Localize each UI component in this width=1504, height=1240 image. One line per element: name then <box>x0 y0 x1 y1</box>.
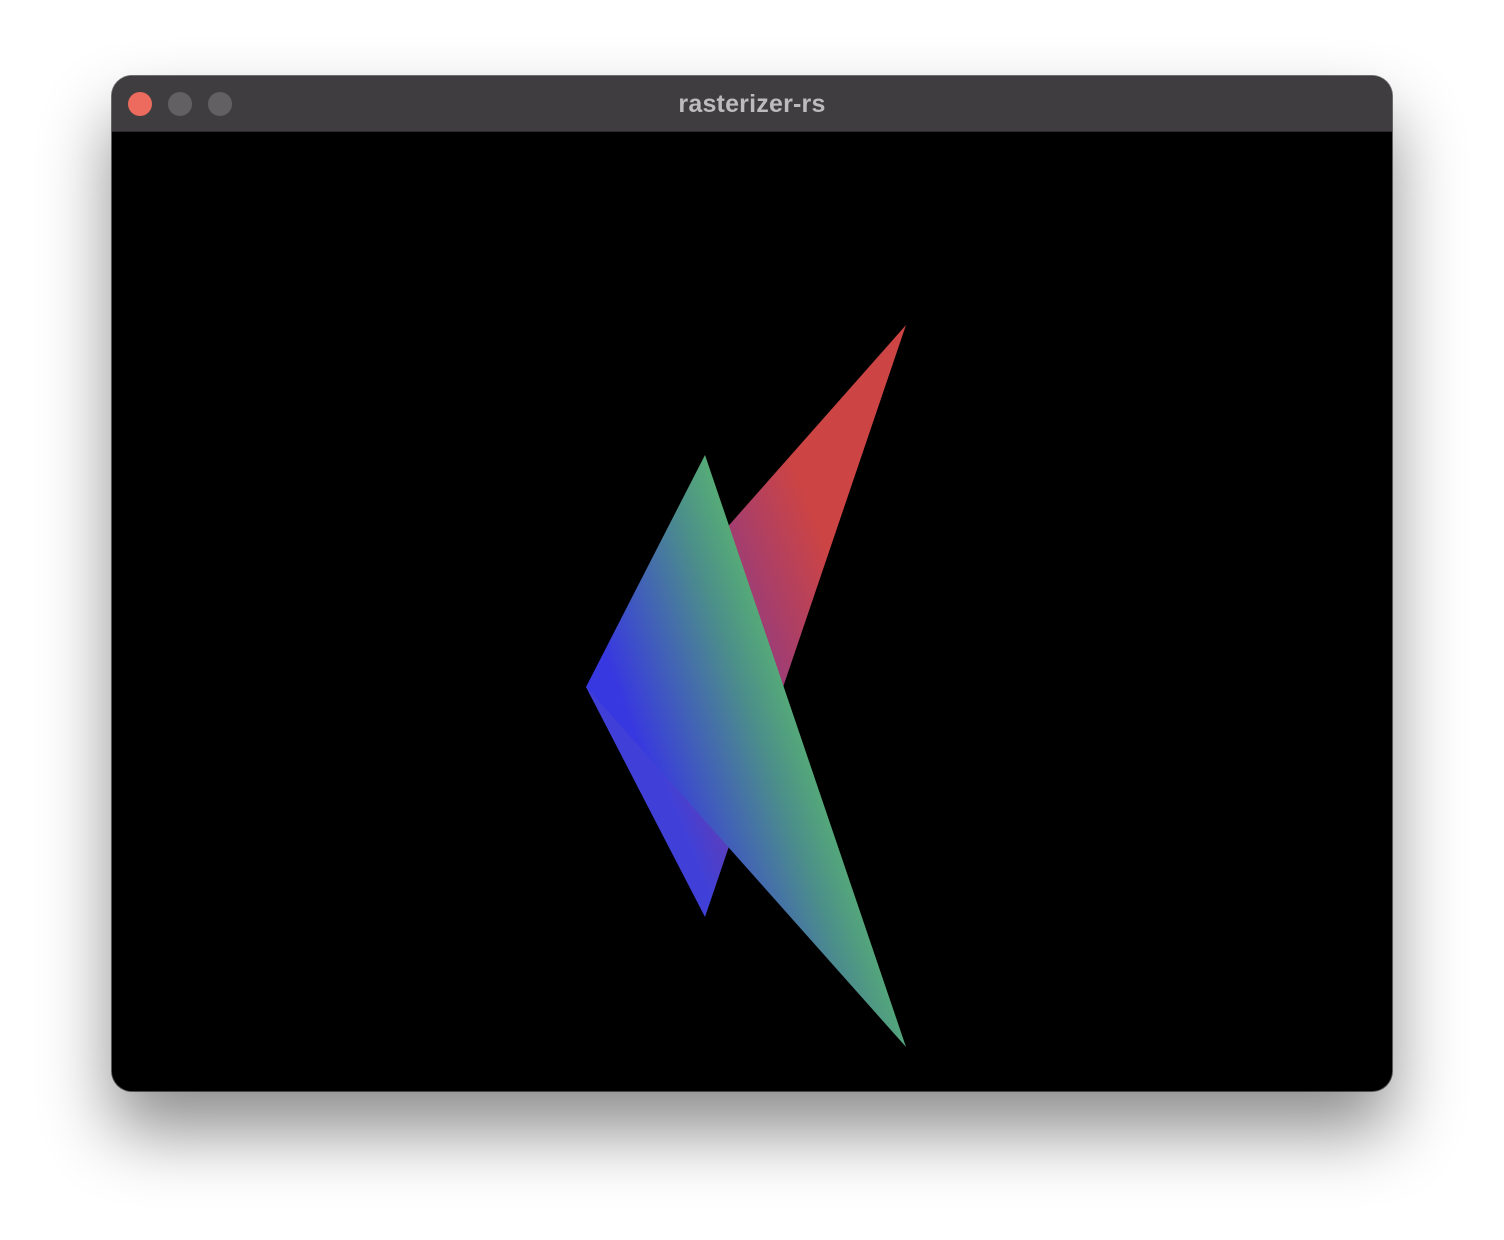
window-title: rasterizer-rs <box>678 90 826 118</box>
render-canvas[interactable] <box>112 132 1392 1091</box>
app-window: rasterizer-rs <box>112 76 1392 1091</box>
title-bar[interactable]: rasterizer-rs <box>112 76 1392 132</box>
render-surface <box>586 325 906 1047</box>
